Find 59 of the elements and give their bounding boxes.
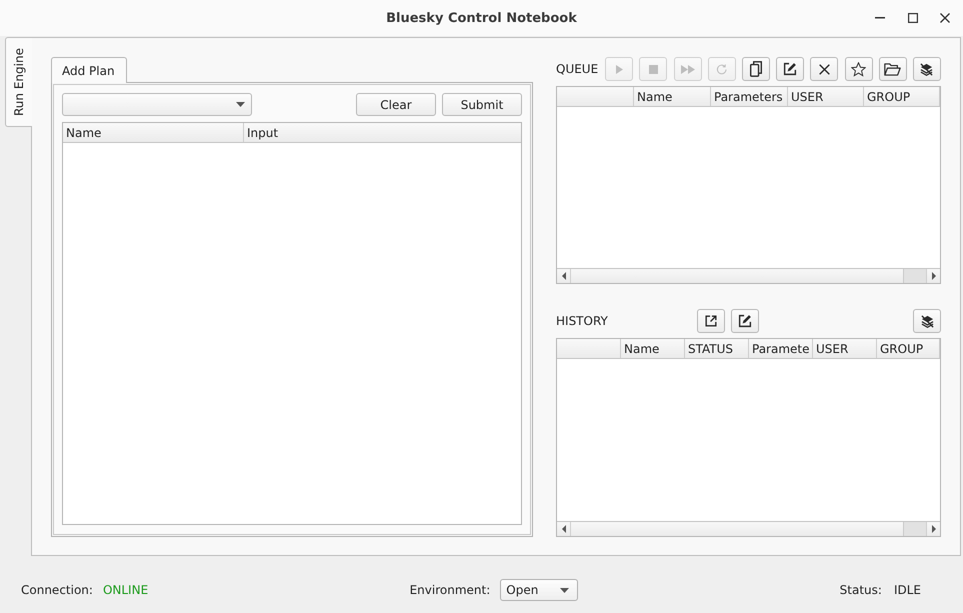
column-header: GROUP [877,339,940,358]
minimize-icon [875,17,885,19]
column-header: Parameters [711,87,788,106]
close-icon [940,13,950,23]
edit-icon [783,62,798,76]
export-icon [705,315,718,327]
scrollbar-thumb[interactable] [903,522,926,536]
column-header: STATUS [685,339,749,358]
maximize-icon [908,13,918,23]
column-header: Name [621,339,685,358]
horizontal-scrollbar[interactable] [557,268,940,283]
edit-icon [738,314,752,328]
environment-dropdown[interactable]: Open [500,579,578,601]
column-header: Name [63,123,244,142]
horizontal-scrollbar[interactable] [557,521,940,536]
submit-button[interactable]: Submit [442,93,522,116]
reload-icon [716,64,728,74]
left-triangle-icon [562,272,566,280]
plan-tab[interactable]: Add Plan [51,57,127,83]
edit-button[interactable] [776,57,804,81]
status-label: Status: [840,583,882,597]
caret-icon [560,588,570,592]
right-triangle-icon [932,272,936,280]
side-tab[interactable]: Run Engine [5,37,32,127]
remove-button[interactable] [810,57,838,81]
column-header: USER [788,87,864,106]
column-header: GROUP [864,87,940,106]
left-triangle-icon [562,525,566,533]
column-header: USER [813,339,877,358]
window-title: Bluesky Control Notebook [386,10,577,26]
queue-label: QUEUE [556,62,598,76]
column-header: Paramete [749,339,813,358]
layers-slash-icon [920,314,934,328]
star-icon [851,62,866,76]
connection-label: Connection: [21,583,93,597]
environment-label: Environment: [410,583,490,597]
edit-button[interactable] [731,309,760,333]
folder-icon [884,62,902,76]
connection-value: ONLINE [102,583,148,597]
export-button[interactable] [697,309,726,333]
play-icon [616,64,623,74]
copy-button[interactable] [742,57,770,81]
scrollbar-thumb[interactable] [903,269,926,283]
right-triangle-icon [932,525,936,533]
star-button[interactable] [844,57,872,81]
x-icon [818,64,830,74]
stop-icon [648,64,658,74]
layers-button[interactable] [913,309,941,333]
layers-button[interactable] [912,57,941,81]
clear-button[interactable]: Clear [356,93,436,116]
fast-forward-icon [680,64,695,74]
status-value: IDLE [894,583,921,597]
caret-icon [236,102,245,107]
folder-button[interactable] [878,57,907,81]
column-header: Input [246,124,280,142]
copy-icon [750,61,762,77]
history-label: HISTORY [556,314,608,328]
column-header: Name [634,87,711,106]
layers-slash-icon [920,62,934,76]
